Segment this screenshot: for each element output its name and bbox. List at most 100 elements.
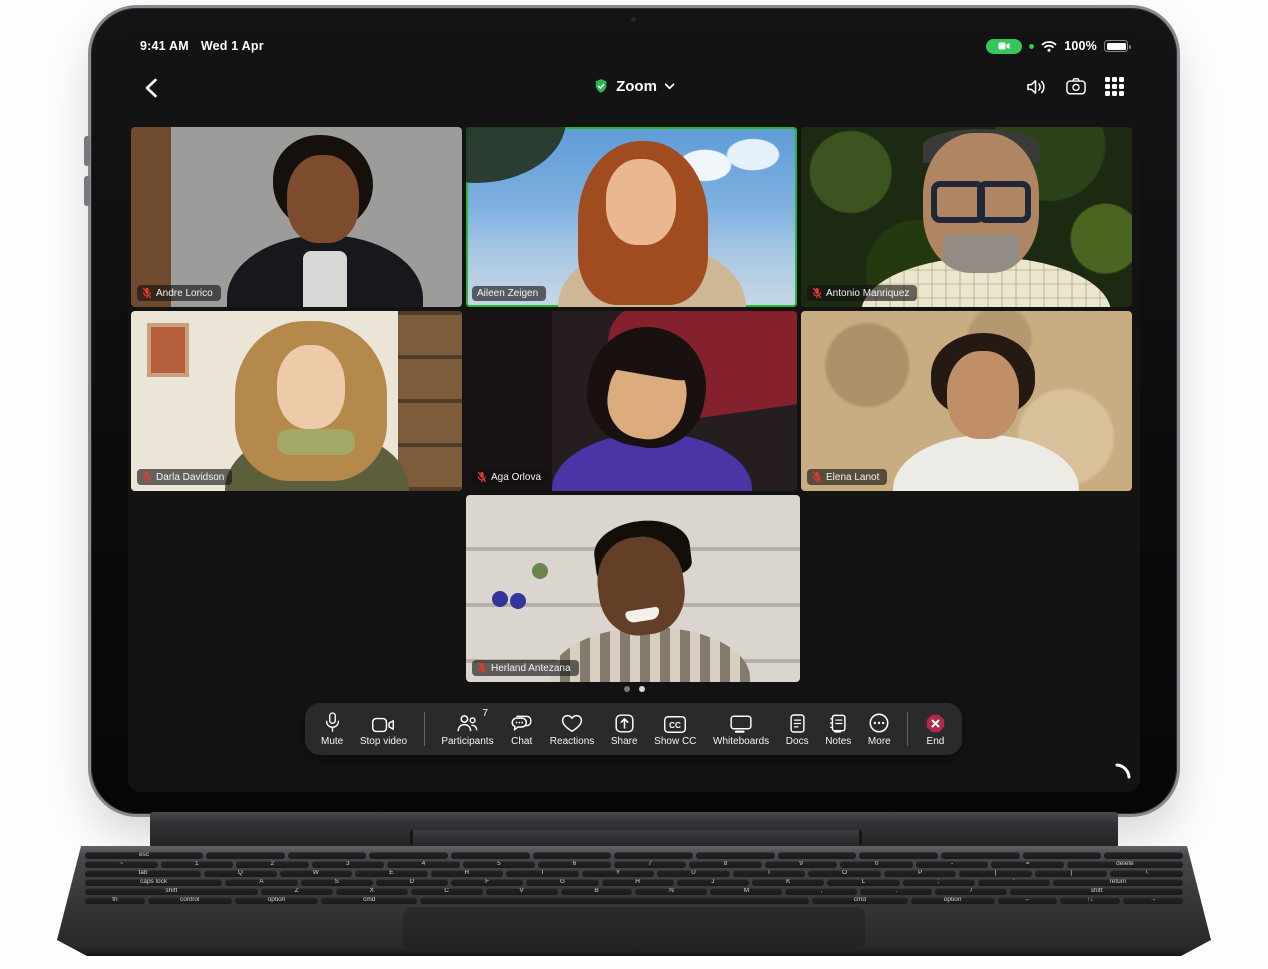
whiteboards-button[interactable]: Whiteboards xyxy=(713,711,769,747)
key-o[interactable]: O xyxy=(808,870,881,877)
key-cmd[interactable]: cmd xyxy=(321,897,417,904)
key-s[interactable]: S xyxy=(301,879,373,886)
key-blank[interactable] xyxy=(420,897,809,904)
key-3[interactable]: 3 xyxy=(312,861,385,868)
key-=[interactable]: = xyxy=(991,861,1064,868)
key-'[interactable]: ' xyxy=(978,879,1050,886)
key-l[interactable]: L xyxy=(827,879,899,886)
key-v[interactable]: V xyxy=(486,888,558,895)
participant-tile[interactable]: Elena Lanot xyxy=(801,311,1132,491)
chat-button[interactable]: Chat xyxy=(510,711,533,747)
key-control[interactable]: control xyxy=(148,897,232,904)
key-option[interactable]: option xyxy=(911,897,995,904)
key-tab[interactable]: tab xyxy=(85,870,201,877)
mute-button[interactable]: Mute xyxy=(321,711,343,747)
key-h[interactable]: H xyxy=(602,879,674,886)
key-n[interactable]: N xyxy=(635,888,707,895)
key-→[interactable]: → xyxy=(1123,897,1183,904)
back-button[interactable] xyxy=(144,78,158,103)
stop-video-button[interactable]: Stop video xyxy=(360,711,407,747)
key-blank[interactable] xyxy=(1023,852,1102,859)
key-fn[interactable]: fn xyxy=(85,897,145,904)
key-blank[interactable] xyxy=(696,852,775,859)
key-blank[interactable] xyxy=(778,852,857,859)
key-caps-lock[interactable]: caps lock xyxy=(85,879,222,886)
key-option[interactable]: option xyxy=(235,897,319,904)
switch-camera-icon[interactable] xyxy=(1065,77,1087,96)
key-q[interactable]: Q xyxy=(204,870,277,877)
key--[interactable]: - xyxy=(916,861,989,868)
key-↑↓[interactable]: ↑↓ xyxy=(1060,897,1120,904)
key-blank[interactable] xyxy=(614,852,693,859)
key-delete[interactable]: delete xyxy=(1067,861,1183,868)
key-4[interactable]: 4 xyxy=(387,861,460,868)
key-cmd[interactable]: cmd xyxy=(812,897,908,904)
key-8[interactable]: 8 xyxy=(689,861,762,868)
key-,[interactable]: , xyxy=(785,888,857,895)
key-x[interactable]: X xyxy=(336,888,408,895)
key-c[interactable]: C xyxy=(411,888,483,895)
docs-button[interactable]: Docs xyxy=(786,711,809,747)
volume-down-button[interactable] xyxy=(84,176,90,206)
key-2[interactable]: 2 xyxy=(236,861,309,868)
trackpad[interactable] xyxy=(403,906,865,950)
key-blank[interactable] xyxy=(1104,852,1183,859)
key-return[interactable]: return xyxy=(1053,879,1183,886)
key-1[interactable]: 1 xyxy=(161,861,234,868)
end-button[interactable]: End xyxy=(925,711,946,747)
key-5[interactable]: 5 xyxy=(463,861,536,868)
key-/[interactable]: / xyxy=(935,888,1007,895)
participant-tile[interactable]: Antonio Manriquez xyxy=(801,127,1132,307)
show-cc-button[interactable]: CC Show CC xyxy=(654,711,696,747)
key-k[interactable]: K xyxy=(752,879,824,886)
key-9[interactable]: 9 xyxy=(765,861,838,868)
page-dot[interactable] xyxy=(639,686,645,692)
key-w[interactable]: W xyxy=(280,870,353,877)
key-\[interactable]: \ xyxy=(1110,870,1183,877)
page-dot[interactable] xyxy=(624,686,630,692)
key-6[interactable]: 6 xyxy=(538,861,611,868)
key-[[interactable]: [ xyxy=(959,870,1032,877)
participant-tile[interactable]: Darla Davidson xyxy=(131,311,462,491)
key-p[interactable]: P xyxy=(884,870,957,877)
key-g[interactable]: G xyxy=(526,879,598,886)
key-e[interactable]: E xyxy=(355,870,428,877)
participants-button[interactable]: 7 Participants xyxy=(441,711,493,747)
key-shift[interactable]: shift xyxy=(1010,888,1183,895)
key-blank[interactable] xyxy=(369,852,448,859)
key-u[interactable]: U xyxy=(657,870,730,877)
key-←[interactable]: ← xyxy=(998,897,1058,904)
participant-tile[interactable]: Aileen Zeigen xyxy=(466,127,797,307)
key-shift[interactable]: shift xyxy=(85,888,258,895)
key-i[interactable]: I xyxy=(733,870,806,877)
key-t[interactable]: T xyxy=(506,870,579,877)
key-blank[interactable] xyxy=(941,852,1020,859)
speaker-icon[interactable] xyxy=(1026,78,1047,96)
participant-tile[interactable]: Andre Lorico xyxy=(131,127,462,307)
participant-tile[interactable]: Herland Antezana xyxy=(466,495,800,682)
key-y[interactable]: Y xyxy=(582,870,655,877)
participant-tile[interactable]: Aga Orlova xyxy=(466,311,797,491)
key-z[interactable]: Z xyxy=(261,888,333,895)
key-r[interactable]: R xyxy=(431,870,504,877)
key-esc[interactable]: esc xyxy=(85,852,203,859)
apps-grid-icon[interactable] xyxy=(1105,77,1124,96)
meeting-title-menu[interactable]: Zoom xyxy=(593,78,675,95)
key-][interactable]: ] xyxy=(1035,870,1108,877)
share-button[interactable]: Share xyxy=(611,711,638,747)
key-blank[interactable] xyxy=(206,852,285,859)
key-;[interactable]: ; xyxy=(903,879,975,886)
notes-button[interactable]: Notes xyxy=(825,711,851,747)
volume-up-button[interactable] xyxy=(84,136,90,166)
key-0[interactable]: 0 xyxy=(840,861,913,868)
reactions-button[interactable]: Reactions xyxy=(550,711,594,747)
key-.[interactable]: . xyxy=(860,888,932,895)
more-button[interactable]: More xyxy=(868,711,891,747)
key-blank[interactable] xyxy=(288,852,367,859)
key-a[interactable]: A xyxy=(225,879,297,886)
key-blank[interactable] xyxy=(533,852,612,859)
key-~[interactable]: ~ xyxy=(85,861,158,868)
key-d[interactable]: D xyxy=(376,879,448,886)
key-j[interactable]: J xyxy=(677,879,749,886)
key-blank[interactable] xyxy=(451,852,530,859)
